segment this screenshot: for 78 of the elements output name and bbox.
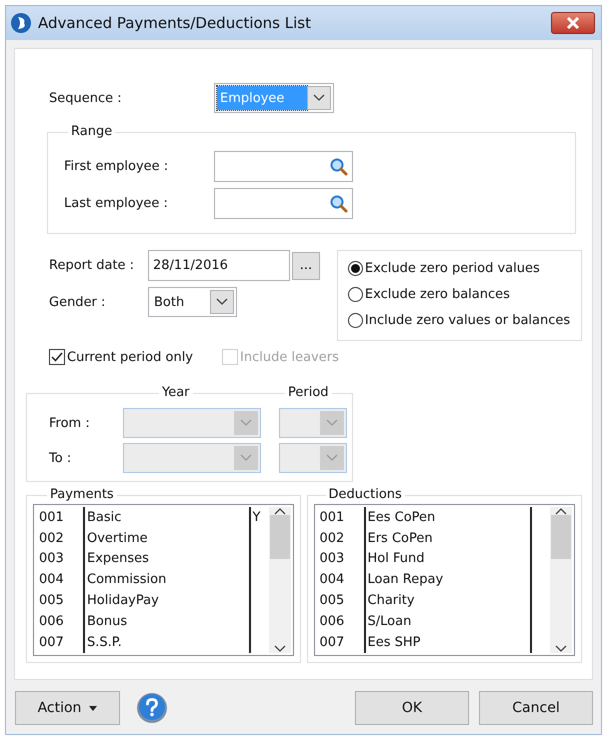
close-button[interactable] [551,12,595,34]
checkbox-label: Include leavers [240,350,339,364]
checkmark-icon [51,352,63,362]
search-icon [330,158,348,176]
sequence-label: Sequence : [49,90,123,106]
report-date-field[interactable]: 28/11/2016 [148,250,290,281]
list-code[interactable]: 001 [34,510,83,525]
list-code[interactable]: 005 [314,593,364,608]
employee-field[interactable] [214,188,353,219]
chevron-down-icon [326,454,338,462]
flag-label: Y [252,510,260,525]
employee-label: Last employee : [64,196,169,211]
radio-button[interactable] [348,312,363,328]
scrollbar[interactable] [550,507,572,653]
list-name[interactable]: Overtime [83,528,248,549]
radio-label[interactable]: Include zero values or balances [364,312,570,328]
list-name[interactable]: Loan Repay [364,569,530,590]
list-title: Payments [47,487,117,503]
radio-label[interactable]: Exclude zero period values [364,260,540,276]
list-name[interactable]: HolidayPay [83,590,248,611]
search-icon [330,194,348,212]
period-row-label: From : [49,416,91,430]
list-name[interactable]: Charity [364,590,530,611]
list-name[interactable]: Ers CoPen [364,528,530,549]
chevron-down-icon [216,298,228,306]
chevron-down-icon [326,419,338,427]
list-code[interactable]: 007 [314,634,364,650]
chevron-down-icon [240,419,252,427]
chevron-down-icon [240,454,252,462]
chevron-down-icon [274,645,286,653]
list-code[interactable]: 002 [34,530,83,546]
close-icon [566,17,580,29]
caret-icon [89,706,98,710]
help-icon [136,692,168,724]
list-name[interactable]: S/Loan [364,610,530,632]
app-icon [10,12,32,34]
period-row-label: To : [49,450,72,466]
list-box[interactable]: 001 Basic Y 002 Overtime 003 Expenses 004 Commission 005 HolidayPay 006 Bonus 007 S.S.P. [33,504,294,656]
list-code[interactable]: 007 [34,634,83,650]
employee-label: First employee : [64,159,170,174]
radio-button[interactable] [348,260,363,276]
list-code[interactable]: 004 [314,572,364,588]
action-button[interactable]: Action [15,691,120,725]
list-box[interactable]: 001 Ees CoPen 002 Ers CoPen 003 Hol Fund 004 Loan Repay 005 Charity 006 S/Loan 007 Ees SHP [314,504,575,656]
list-name[interactable]: Commission [83,569,248,590]
range-title: Range [68,124,116,140]
chevron-down-icon [313,94,325,102]
scroll-up-icon [274,507,286,515]
date-picker-button[interactable]: ... [292,252,320,280]
list-code[interactable]: 002 [314,530,364,546]
cancel-button[interactable]: Cancel [479,691,593,725]
list-name[interactable]: Ees CoPen [364,507,530,528]
scroll-up-icon [555,507,567,515]
ok-button[interactable]: OK [355,691,469,725]
list-name[interactable]: Hol Fund [364,548,530,570]
list-code[interactable]: 003 [314,551,364,566]
scrollbar[interactable] [268,507,290,653]
report-date-label: Report date : [49,258,136,273]
list-code[interactable]: 004 [34,572,83,588]
list-name[interactable]: Ees SHP [364,632,530,653]
chevron-down-icon [555,645,567,653]
checkbox-label[interactable]: Current period only [67,350,194,364]
list-code[interactable]: 006 [34,614,83,629]
list-name[interactable]: Bonus [83,610,248,632]
list-code[interactable]: 005 [34,593,83,608]
checkbox[interactable] [49,349,65,365]
list-name[interactable]: S.S.P. [83,632,248,653]
employee-field[interactable] [214,151,353,182]
radio-button[interactable] [348,286,363,302]
list-code[interactable]: 006 [314,614,364,629]
gender-dropdown[interactable]: Both [148,287,237,317]
list-name[interactable]: Basic [83,507,248,528]
list-name[interactable]: Expenses [83,548,248,570]
window-title: Advanced Payments/Deductions List [38,14,312,32]
gender-label: Gender : [49,294,106,310]
radio-label[interactable]: Exclude zero balances [364,286,510,302]
list-code[interactable]: 001 [314,510,364,525]
list-code[interactable]: 003 [34,551,83,566]
